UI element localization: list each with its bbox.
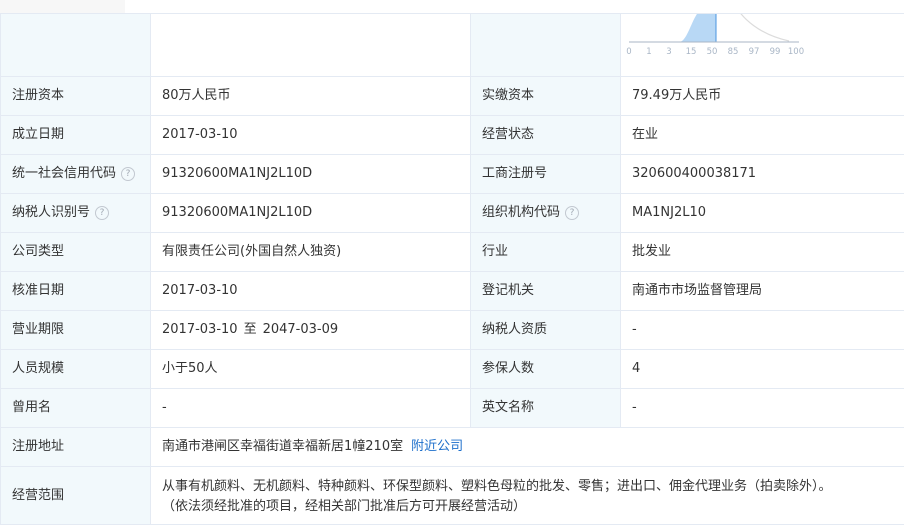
label-business-term: 营业期限 [0, 310, 151, 350]
chart-tick-label: 15 [686, 47, 697, 56]
term-to: 2047-03-09 [262, 322, 339, 337]
company-info-table: 0 1 3 15 50 85 97 99 100 注册资本 80万人民币 实缴资本 79.49万… [0, 13, 904, 525]
label-address: 注册地址 [0, 427, 151, 467]
term-from: 2017-03-10 [162, 322, 238, 337]
scope-line-2: （依法须经批准的项目，经相关部门批准后方可开展经营活动） [162, 499, 527, 514]
value-registered-capital: 80万人民币 [150, 76, 471, 116]
label-business-status: 经营状态 [470, 115, 621, 155]
chart-tick-label: 97 [749, 47, 760, 56]
table-row: 营业期限 2017-03-10 至 2047-03-09 纳税人资质 - [0, 310, 904, 350]
table-row: 核准日期 2017-03-10 登记机关 南通市市场监督管理局 [0, 271, 904, 311]
label-registration-number: 工商注册号 [470, 154, 621, 194]
label-staff-size: 人员规模 [0, 349, 151, 389]
label-credit-code-text: 统一社会信用代码 [12, 166, 117, 181]
table-row: 成立日期 2017-03-10 经营状态 在业 [0, 115, 904, 155]
label-established-date: 成立日期 [0, 115, 151, 155]
label-company-type: 公司类型 [0, 232, 151, 272]
label-registration-authority: 登记机关 [470, 271, 621, 311]
label-org-code-text: 组织机构代码 [482, 205, 561, 220]
chart-tick-label: 50 [707, 47, 718, 56]
top-strip-shade [0, 0, 125, 13]
table-row: 统一社会信用代码? 91320600MA1NJ2L10D 工商注册号 32060… [0, 154, 904, 194]
term-separator: 至 [243, 322, 257, 337]
label-org-code: 组织机构代码? [470, 193, 621, 233]
table-row: 公司类型 有限责任公司(外国自然人独资) 行业 批发业 [0, 232, 904, 272]
value-credit-code: 91320600MA1NJ2L10D [150, 154, 471, 194]
value-registration-number: 320600400038171 [620, 154, 904, 194]
value-established-date: 2017-03-10 [150, 115, 471, 155]
scope-line-1: 从事有机颜料、无机颜料、特种颜料、环保型颜料、塑料色母粒的批发、零售；进出口、佣… [162, 479, 832, 494]
chart-tick-label: 100 [788, 47, 804, 56]
value-business-term: 2017-03-10 至 2047-03-09 [150, 310, 471, 350]
distribution-chart: 0 1 3 15 50 85 97 99 100 [626, 14, 804, 56]
label-former-name: 曾用名 [0, 388, 151, 428]
label-business-scope: 经营范围 [0, 466, 151, 525]
table-row: 曾用名 - 英文名称 - [0, 388, 904, 428]
table-row: 经营范围 从事有机颜料、无机颜料、特种颜料、环保型颜料、塑料色母粒的批发、零售；… [0, 466, 904, 525]
chart-area-fill [679, 14, 716, 42]
label-taxpayer-qualification: 纳税人资质 [470, 310, 621, 350]
label-approval-date: 核准日期 [0, 271, 151, 311]
label-taxpayer-id: 纳税人识别号? [0, 193, 151, 233]
table-row-chart: 0 1 3 15 50 85 97 99 100 [0, 13, 904, 77]
help-icon[interactable]: ? [565, 205, 580, 220]
address-text: 南通市港闸区幸福街道幸福新居1幢210室 [162, 439, 404, 454]
value-address: 南通市港闸区幸福街道幸福新居1幢210室 附近公司 [150, 427, 904, 467]
label-registered-capital: 注册资本 [0, 76, 151, 116]
value-taxpayer-id: 91320600MA1NJ2L10D [150, 193, 471, 233]
label-credit-code: 统一社会信用代码? [0, 154, 151, 194]
chart-tick-label: 99 [770, 47, 781, 56]
top-strip [0, 0, 904, 13]
empty-value-cell [150, 13, 471, 77]
value-staff-size: 小于50人 [150, 349, 471, 389]
chart-tick-label: 0 [626, 47, 631, 56]
empty-label-cell-2 [470, 13, 621, 77]
value-business-scope: 从事有机颜料、无机颜料、特种颜料、环保型颜料、塑料色母粒的批发、零售；进出口、佣… [150, 466, 904, 525]
help-icon[interactable]: ? [95, 205, 110, 220]
nearby-companies-link[interactable]: 附近公司 [411, 439, 463, 454]
label-taxpayer-id-text: 纳税人识别号 [12, 205, 91, 220]
label-english-name: 英文名称 [470, 388, 621, 428]
value-insured-count: 4 [620, 349, 904, 389]
help-icon[interactable]: ? [121, 166, 136, 181]
value-business-status: 在业 [620, 115, 904, 155]
table-row: 纳税人识别号? 91320600MA1NJ2L10D 组织机构代码? MA1NJ… [0, 193, 904, 233]
value-former-name: - [150, 388, 471, 428]
chart-tail-curve [740, 14, 790, 42]
label-paid-capital: 实缴资本 [470, 76, 621, 116]
table-row: 注册资本 80万人民币 实缴资本 79.49万人民币 [0, 76, 904, 116]
value-registration-authority: 南通市市场监督管理局 [620, 271, 904, 311]
table-row: 注册地址 南通市港闸区幸福街道幸福新居1幢210室 附近公司 [0, 427, 904, 467]
chart-tick-label: 3 [666, 47, 671, 56]
value-taxpayer-qualification: - [620, 310, 904, 350]
value-english-name: - [620, 388, 904, 428]
value-approval-date: 2017-03-10 [150, 271, 471, 311]
label-industry: 行业 [470, 232, 621, 272]
empty-label-cell [0, 13, 151, 77]
label-insured-count: 参保人数 [470, 349, 621, 389]
table-row: 人员规模 小于50人 参保人数 4 [0, 349, 904, 389]
value-org-code: MA1NJ2L10 [620, 193, 904, 233]
value-company-type: 有限责任公司(外国自然人独资) [150, 232, 471, 272]
chart-tick-label: 85 [728, 47, 739, 56]
value-industry: 批发业 [620, 232, 904, 272]
chart-tick-label: 1 [646, 47, 651, 56]
value-paid-capital: 79.49万人民币 [620, 76, 904, 116]
chart-cell: 0 1 3 15 50 85 97 99 100 [620, 13, 904, 77]
